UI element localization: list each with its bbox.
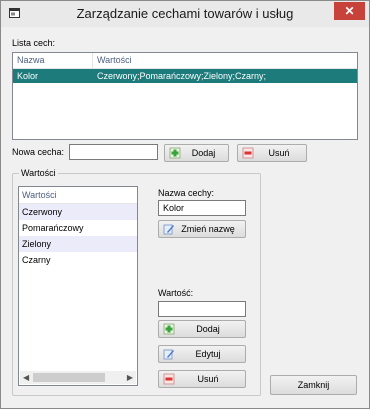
scrollbar-thumb[interactable] [33,373,105,382]
close-icon: ✕ [344,4,355,18]
values-list-item[interactable]: Zielony [19,236,137,252]
scroll-left-icon[interactable]: ◀ [23,373,29,382]
values-list-item[interactable]: Czerwony [19,204,137,220]
window-title: Zarządzanie cechami towarów i usług [76,6,294,21]
feature-name-label: Nazwa cechy: [158,188,215,198]
value-input[interactable] [158,301,246,317]
remove-feature-button[interactable]: Usuń [237,144,307,162]
values-list[interactable]: Wartości Czerwony Pomarańczowy Zielony C… [18,186,138,386]
window-close-button[interactable]: ✕ [334,2,365,20]
values-list-item[interactable]: Pomarańczowy [19,220,137,236]
scroll-right-icon[interactable]: ▶ [127,373,133,382]
feature-name-cell: Kolor [17,71,39,81]
feature-name-input[interactable] [158,200,246,216]
features-list[interactable]: Nazwa Wartości Kolor Czerwony;Pomarańczo… [12,52,358,140]
title-bar: Zarządzanie cechami towarów i usług ✕ [1,1,369,27]
remove-value-button[interactable]: Usuń [158,370,246,388]
values-list-horizontal-scrollbar[interactable]: ◀ ▶ [20,371,136,384]
dialog-client-area: Lista cech: Nazwa Wartości Kolor Czerwon… [5,28,365,405]
features-list-header: Nazwa Wartości [13,53,357,69]
rename-feature-button[interactable]: Zmień nazwę [158,220,246,238]
edit-value-button[interactable]: Edytuj [158,345,246,363]
values-group-title: Wartości [19,168,58,178]
values-list-item[interactable]: Czarny [19,252,137,268]
value-label: Wartość: [158,288,194,298]
new-feature-label: Nowa cecha: [12,147,65,157]
column-header-name[interactable]: Nazwa [13,53,93,68]
features-list-row-selected[interactable]: Kolor Czerwony;Pomarańczowy;Zielony;Czar… [13,69,357,83]
close-dialog-button[interactable]: Zamknij [270,375,357,395]
values-list-header[interactable]: Wartości [19,187,137,204]
dialog-window: Zarządzanie cechami towarów i usług ✕ Li… [0,0,370,409]
add-feature-button[interactable]: Dodaj [164,144,229,162]
add-value-button[interactable]: Dodaj [158,320,246,338]
column-header-values[interactable]: Wartości [93,53,357,68]
feature-values-cell: Czerwony;Pomarańczowy;Zielony;Czarny; [97,71,267,81]
new-feature-input[interactable] [69,144,158,160]
features-list-label: Lista cech: [12,38,56,48]
